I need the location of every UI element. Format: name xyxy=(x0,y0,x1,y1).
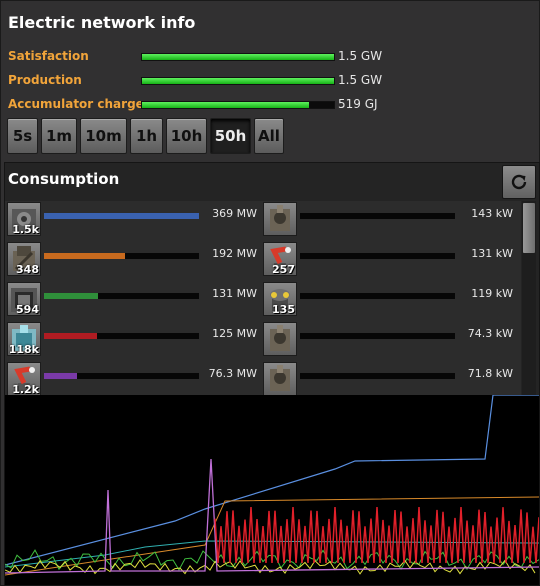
consumer-bar-fill xyxy=(44,253,125,259)
consumer-count: 348 xyxy=(16,263,39,276)
production-value: 1.5 GW xyxy=(338,73,383,87)
refresh-button[interactable] xyxy=(502,165,536,199)
assembling-machine-icon[interactable]: 1.5k xyxy=(7,202,41,236)
radar-icon[interactable]: 135 xyxy=(263,282,297,316)
production-label: Production xyxy=(8,73,82,87)
production-bar xyxy=(141,77,335,85)
time-button-all[interactable]: All xyxy=(254,118,284,154)
roboport-icon[interactable]: 118k xyxy=(7,322,41,356)
consumer-value: 76.3 MW xyxy=(208,367,257,380)
consumer-count: 257 xyxy=(272,263,295,276)
consumer-bar xyxy=(300,253,455,259)
consumer-bar xyxy=(44,293,199,299)
consumer-bar-fill xyxy=(44,213,199,219)
consumer-value: 74.3 kW xyxy=(467,327,513,340)
consumption-title: Consumption xyxy=(8,170,120,188)
consumer-value: 119 kW xyxy=(471,287,513,300)
left-consumer-entry[interactable]: 118k 125 MW xyxy=(5,321,263,359)
right-consumer-entry[interactable]: 71.8 kW xyxy=(261,361,519,395)
consumer-value: 192 MW xyxy=(212,247,257,260)
pump-icon[interactable] xyxy=(263,362,297,395)
consumption-scrollbar[interactable] xyxy=(522,201,536,395)
consumer-value: 131 MW xyxy=(212,287,257,300)
accumulator-label: Accumulator charge xyxy=(8,97,144,111)
right-consumer-entry[interactable]: 143 kW xyxy=(261,201,519,239)
consumer-bar xyxy=(44,373,199,379)
consumer-bar xyxy=(44,213,199,219)
scrollbar-thumb[interactable] xyxy=(523,203,535,253)
consumer-bar xyxy=(300,373,455,379)
consumer-count: 1.2k xyxy=(12,383,39,395)
pump-icon[interactable] xyxy=(263,202,297,236)
time-button-10m[interactable]: 10m xyxy=(80,118,127,154)
refresh-icon xyxy=(511,174,527,190)
right-consumer-entry[interactable]: 135 119 kW xyxy=(261,281,519,319)
electric-network-window: Electric network info Satisfaction 1.5 G… xyxy=(0,0,540,586)
pump-icon[interactable] xyxy=(263,322,297,356)
graph-series-red xyxy=(214,506,539,564)
consumption-panel: Consumption 1.5k 369 MW 348 192 MW 594 131 MW… xyxy=(4,162,540,586)
accumulator-fill xyxy=(142,102,310,108)
satisfaction-value: 1.5 GW xyxy=(338,49,383,63)
time-button-10h[interactable]: 10h xyxy=(166,118,207,154)
right-consumer-entry[interactable]: 74.3 kW xyxy=(261,321,519,359)
consumer-count: 135 xyxy=(272,303,295,316)
consumption-list: 1.5k 369 MW 348 192 MW 594 131 MW 118k 125 MW 1.… xyxy=(5,201,521,395)
inserter-icon[interactable]: 257 xyxy=(263,242,297,276)
time-button-1h[interactable]: 1h xyxy=(130,118,163,154)
accumulator-bar xyxy=(141,101,335,109)
mining-drill-icon[interactable]: 348 xyxy=(7,242,41,276)
inserter-icon[interactable]: 1.2k xyxy=(7,362,41,395)
consumer-bar-fill xyxy=(44,333,97,339)
consumer-value: 143 kW xyxy=(471,207,513,220)
satisfaction-label: Satisfaction xyxy=(8,49,89,63)
consumer-bar xyxy=(44,253,199,259)
accumulator-value: 519 GJ xyxy=(338,97,378,111)
right-consumer-entry[interactable]: 257 131 kW xyxy=(261,241,519,279)
left-consumer-entry[interactable]: 348 192 MW xyxy=(5,241,263,279)
consumer-bar-fill xyxy=(44,373,77,379)
consumer-count: 594 xyxy=(16,303,39,316)
consumer-value: 125 MW xyxy=(212,327,257,340)
consumption-graph-plot xyxy=(5,395,539,576)
time-button-5s[interactable]: 5s xyxy=(7,118,38,154)
consumer-bar xyxy=(300,213,455,219)
consumption-graph xyxy=(5,395,539,585)
consumer-value: 71.8 kW xyxy=(467,367,513,380)
satisfaction-bar xyxy=(141,53,335,61)
consumer-count: 118k xyxy=(8,343,39,356)
left-consumer-entry[interactable]: 1.2k 76.3 MW xyxy=(5,361,263,395)
electric-furnace-icon[interactable]: 594 xyxy=(7,282,41,316)
consumer-value: 369 MW xyxy=(212,207,257,220)
window-title: Electric network info xyxy=(8,13,196,32)
left-consumer-entry[interactable]: 594 131 MW xyxy=(5,281,263,319)
consumer-count: 1.5k xyxy=(12,223,39,236)
consumer-bar xyxy=(44,333,199,339)
production-fill xyxy=(142,78,334,84)
consumer-value: 131 kW xyxy=(471,247,513,260)
consumer-bar-fill xyxy=(44,293,99,299)
satisfaction-fill xyxy=(142,54,334,60)
consumer-bar xyxy=(300,293,455,299)
left-consumer-entry[interactable]: 1.5k 369 MW xyxy=(5,201,263,239)
time-button-50h[interactable]: 50h xyxy=(210,118,251,154)
time-button-1m[interactable]: 1m xyxy=(41,118,77,154)
consumer-bar xyxy=(300,333,455,339)
